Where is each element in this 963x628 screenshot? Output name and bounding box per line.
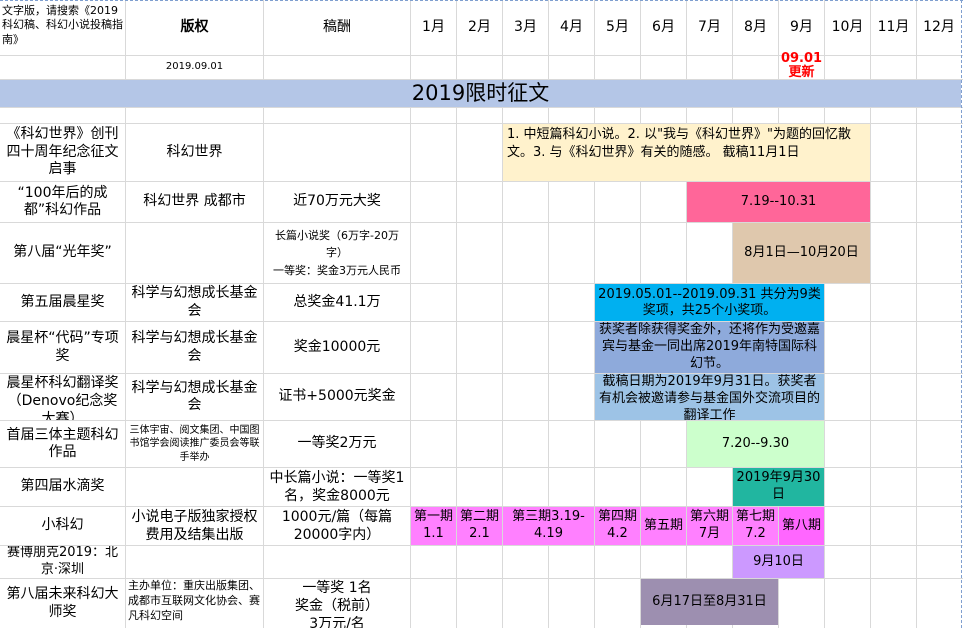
timeline-bar[interactable]: 2019年9月30日: [733, 468, 824, 506]
timeline-bar[interactable]: 第一期1.1: [411, 507, 456, 545]
page-break-line: [961, 0, 962, 628]
timeline-bar[interactable]: 第五期: [641, 507, 686, 545]
event-org[interactable]: 科幻世界: [126, 124, 263, 181]
timeline-bar[interactable]: 8月1日—10月20日: [733, 223, 870, 283]
spreadsheet: 文字版，请搜索《2019科幻稿、科幻小说投稿指南》 版权 稿酬 1月 2月 3月…: [0, 0, 963, 628]
event-org[interactable]: 科学与幻想成长基金会: [126, 284, 263, 321]
month-header[interactable]: 10月: [825, 0, 870, 55]
event-name[interactable]: 赛博朋克2019：北京·深圳: [0, 546, 125, 578]
timeline-bar[interactable]: 第四期4.2: [595, 507, 640, 545]
timeline-bar[interactable]: 第六期7月: [687, 507, 732, 545]
event-org[interactable]: 小说电子版独家授权费用及结集出版: [126, 507, 263, 545]
banner-title[interactable]: 2019限时征文: [0, 80, 961, 107]
month-header[interactable]: 11月: [871, 0, 916, 55]
event-name[interactable]: 《科幻世界》创刊四十周年纪念征文启事: [0, 124, 125, 181]
event-org[interactable]: 科学与幻想成长基金会: [126, 322, 263, 373]
event-reward[interactable]: 一等奖 1名 奖金（税前） 3万元/名: [264, 579, 410, 628]
month-header[interactable]: 6月: [641, 0, 686, 55]
timeline-bar[interactable]: 截稿日期为2019年9月31日。获奖者有机会被邀请参与基金国外交流项目的翻译工作: [595, 374, 824, 420]
timeline-bar[interactable]: 1. 中短篇科幻小说。2. 以"我与《科幻世界》"为题的回忆散文。3. 与《科幻…: [503, 124, 870, 181]
event-org[interactable]: 主办单位：重庆出版集团、成都市互联网文化协会、赛凡科幻空间: [126, 579, 263, 628]
timeline-bar[interactable]: 9月10日: [733, 546, 824, 578]
event-reward[interactable]: 中长篇小说：一等奖1名，奖金8000元: [264, 468, 410, 506]
month-header[interactable]: 5月: [595, 0, 640, 55]
timeline-bar[interactable]: 第七期7.2: [733, 507, 778, 545]
month-header[interactable]: 3月: [503, 0, 548, 55]
month-header[interactable]: 8月: [733, 0, 778, 55]
event-name[interactable]: 第八届未来科幻大师奖: [0, 579, 125, 628]
month-header[interactable]: 7月: [687, 0, 732, 55]
event-reward[interactable]: 总奖金41.1万: [264, 284, 410, 321]
event-reward[interactable]: 一等奖2万元: [264, 421, 410, 467]
event-org[interactable]: 科幻世界 成都市: [126, 182, 263, 222]
timeline-bar[interactable]: 第三期3.19-4.19: [503, 507, 594, 545]
event-reward[interactable]: 长篇小说奖（6万字-20万字） 一等奖：奖金3万元人民币: [264, 223, 410, 283]
event-name[interactable]: 小科幻: [0, 507, 125, 545]
event-reward[interactable]: 证书+5000元奖金: [264, 374, 410, 420]
info-date[interactable]: 2019.09.01: [126, 56, 263, 79]
timeline-bar[interactable]: 2019.05.01--2019.09.31 共分为9类奖项，共25个小奖项。: [595, 284, 824, 321]
event-reward[interactable]: 1000元/篇（每篇20000字内）: [264, 507, 410, 545]
timeline-bar[interactable]: 7.19--10.31: [687, 182, 870, 222]
month-header[interactable]: 12月: [917, 0, 961, 55]
month-header[interactable]: 4月: [549, 0, 594, 55]
timeline-bar[interactable]: 第二期2.1: [457, 507, 502, 545]
timeline-bar[interactable]: 7.20--9.30: [687, 421, 824, 467]
header-note[interactable]: 文字版，请搜索《2019科幻稿、科幻小说投稿指南》: [0, 4, 125, 55]
header-copyright[interactable]: 版权: [126, 0, 263, 55]
event-name[interactable]: “100年后的成都”科幻作品: [0, 182, 125, 222]
update-badge[interactable]: 09.01 更新: [779, 52, 824, 79]
timeline-bar[interactable]: 第八期: [779, 507, 824, 545]
event-name[interactable]: 第八届“光年奖”: [0, 223, 125, 283]
event-reward[interactable]: 近70万元大奖: [264, 182, 410, 222]
timeline-bar[interactable]: 获奖者除获得奖金外，还将作为受邀嘉宾与基金一同出席2019年南特国际科幻节。: [595, 322, 824, 373]
month-header[interactable]: 1月: [411, 0, 456, 55]
event-name[interactable]: 晨星杯“代码”专项奖: [0, 322, 125, 373]
event-name[interactable]: 第四届水滴奖: [0, 468, 125, 506]
event-name[interactable]: 晨星杯科幻翻译奖（Denovo纪念奖大赛）: [0, 374, 125, 420]
month-header[interactable]: 2月: [457, 0, 502, 55]
header-reward[interactable]: 稿酬: [264, 0, 410, 55]
event-name[interactable]: 第五届晨星奖: [0, 284, 125, 321]
month-header[interactable]: 9月: [779, 0, 824, 55]
event-org[interactable]: 科学与幻想成长基金会: [126, 374, 263, 420]
timeline-bar[interactable]: 6月17日至8月31日: [641, 579, 778, 625]
grid-line: [0, 107, 963, 108]
event-org[interactable]: 三体宇宙、阅文集团、中国图书馆学会阅读推广委员会等联手举办: [126, 421, 263, 467]
event-name[interactable]: 首届三体主题科幻作品: [0, 421, 125, 467]
event-reward[interactable]: 奖金10000元: [264, 322, 410, 373]
